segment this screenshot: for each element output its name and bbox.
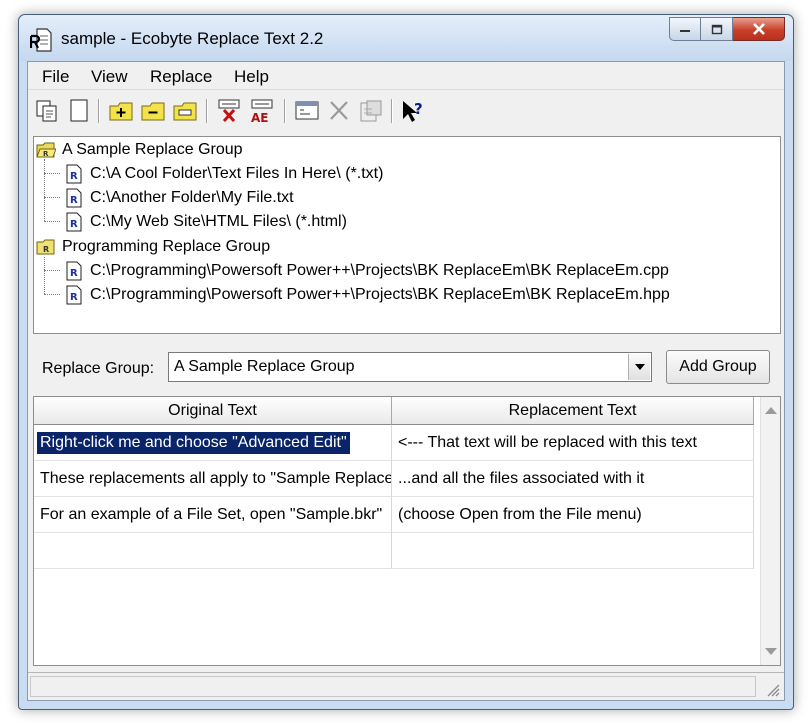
menu-bar: File View Replace Help (28, 62, 784, 90)
replace-file-icon: R (66, 164, 82, 184)
tree-file-label: C:\Another Folder\My File.txt (90, 189, 294, 206)
dropdown-button[interactable] (628, 354, 650, 380)
status-pane (30, 676, 756, 697)
table-cell-replacement[interactable]: ...and all the files associated with it (392, 461, 754, 497)
svg-text:R: R (70, 219, 78, 230)
tree-file-item[interactable]: R C:\Another Folder\My File.txt (64, 186, 294, 210)
replace-file-icon: R (66, 212, 82, 232)
advanced-edit-icon[interactable] (294, 98, 320, 124)
tree-file-label: C:\My Web Site\HTML Files\ (*.html) (90, 213, 347, 230)
maximize-button[interactable] (701, 17, 733, 41)
delete-icon[interactable] (326, 98, 352, 124)
tree-line (44, 294, 60, 295)
menu-file[interactable]: File (42, 67, 69, 87)
tree-line (44, 257, 45, 294)
window-title: sample - Ecobyte Replace Text 2.2 (61, 29, 324, 48)
svg-text:AE: AE (251, 111, 268, 124)
new-document-icon[interactable] (66, 98, 92, 124)
properties-icon[interactable] (358, 98, 384, 124)
tree-group-programming[interactable]: R Programming Replace Group (36, 235, 270, 259)
cell-text: Right-click me and choose "Advanced Edit… (37, 431, 350, 454)
app-window: sample - Ecobyte Replace Text 2.2 File V… (18, 14, 794, 710)
app-icon (30, 28, 52, 52)
table-cell-replacement[interactable]: (choose Open from the File menu) (392, 497, 754, 533)
table-cell-original[interactable]: For an example of a File Set, open "Samp… (34, 497, 392, 533)
tree-line (44, 159, 45, 221)
tree-group-sample[interactable]: R A Sample Replace Group (36, 138, 243, 162)
scroll-up-icon[interactable] (765, 407, 777, 414)
toolbar: AE ? (28, 92, 784, 132)
toolbar-separator (284, 99, 286, 123)
replace-group-select[interactable]: A Sample Replace Group (168, 352, 652, 382)
table-cell-original[interactable] (34, 533, 392, 569)
replace-x-icon[interactable] (216, 98, 242, 124)
tree-line (44, 173, 60, 174)
menu-help[interactable]: Help (234, 67, 269, 87)
tree-file-label: C:\A Cool Folder\Text Files In Here\ (*.… (90, 165, 384, 182)
minimize-icon (680, 30, 690, 32)
svg-text:R: R (70, 171, 78, 182)
replace-group-value: A Sample Replace Group (174, 358, 355, 375)
resize-grip-icon[interactable] (764, 681, 780, 697)
toolbar-separator (391, 99, 393, 123)
tree-file-item[interactable]: R C:\Programming\Powersoft Power++\Proje… (64, 259, 669, 283)
svg-text:?: ? (414, 100, 423, 118)
minimize-button[interactable] (669, 17, 701, 41)
vertical-scrollbar[interactable] (760, 397, 780, 665)
file-tree[interactable]: R A Sample Replace Group R C:\A Cool Fol… (33, 136, 781, 334)
tree-group-label: Programming Replace Group (62, 238, 271, 255)
svg-text:R: R (70, 195, 78, 206)
column-header-replacement[interactable]: Replacement Text (392, 397, 754, 425)
add-group-button[interactable]: Add Group (666, 350, 770, 384)
column-header-original[interactable]: Original Text (34, 397, 392, 425)
replace-file-icon: R (66, 188, 82, 208)
table-cell-original[interactable]: Right-click me and choose "Advanced Edit… (34, 425, 392, 461)
replace-file-icon: R (66, 285, 82, 305)
toolbar-separator (206, 99, 208, 123)
close-icon (752, 23, 765, 35)
tree-line (44, 270, 60, 271)
tree-line (44, 197, 60, 198)
svg-text:R: R (70, 292, 78, 303)
table-cell-replacement[interactable]: <--- That text will be replaced with thi… (392, 425, 754, 461)
folder-rename-icon[interactable] (172, 98, 198, 124)
table-cell-original[interactable]: These replacements all apply to "Sample … (34, 461, 392, 497)
svg-text:R: R (70, 268, 78, 279)
tree-file-label: C:\Programming\Powersoft Power++\Project… (90, 262, 669, 279)
menu-view[interactable]: View (91, 67, 128, 87)
replace-ae-icon[interactable]: AE (249, 98, 275, 124)
svg-text:R: R (43, 245, 49, 254)
menu-replace[interactable]: Replace (150, 67, 212, 87)
tree-file-item[interactable]: R C:\A Cool Folder\Text Files In Here\ (… (64, 162, 383, 186)
table-cell-replacement[interactable] (392, 533, 754, 569)
title-bar[interactable]: sample - Ecobyte Replace Text 2.2 (19, 15, 793, 61)
client-area: File View Replace Help AE ? R A Sample R… (27, 61, 785, 701)
replacement-grid: Original Text Replacement Text Right-cli… (33, 396, 781, 666)
svg-text:R: R (43, 150, 49, 158)
tree-file-label: C:\Programming\Powersoft Power++\Project… (90, 286, 670, 303)
open-folder-icon: R (36, 142, 56, 158)
closed-folder-icon: R (36, 239, 55, 255)
scroll-down-icon[interactable] (765, 648, 777, 655)
tree-file-item[interactable]: R C:\My Web Site\HTML Files\ (*.html) (64, 210, 347, 234)
status-bar (28, 672, 784, 700)
replace-file-icon: R (66, 261, 82, 281)
tree-line (44, 221, 60, 222)
whats-this-help-icon[interactable]: ? (400, 98, 426, 124)
copy-pages-icon[interactable] (34, 98, 60, 124)
tree-file-item[interactable]: R C:\Programming\Powersoft Power++\Proje… (64, 283, 670, 307)
close-button[interactable] (733, 17, 785, 41)
window-controls (669, 17, 785, 41)
folder-add-icon[interactable] (108, 98, 134, 124)
maximize-icon (711, 24, 722, 34)
tree-group-label: A Sample Replace Group (62, 141, 243, 158)
chevron-down-icon (634, 364, 645, 370)
replace-group-label: Replace Group: (42, 360, 155, 377)
toolbar-separator (98, 99, 100, 123)
folder-remove-icon[interactable] (140, 98, 166, 124)
